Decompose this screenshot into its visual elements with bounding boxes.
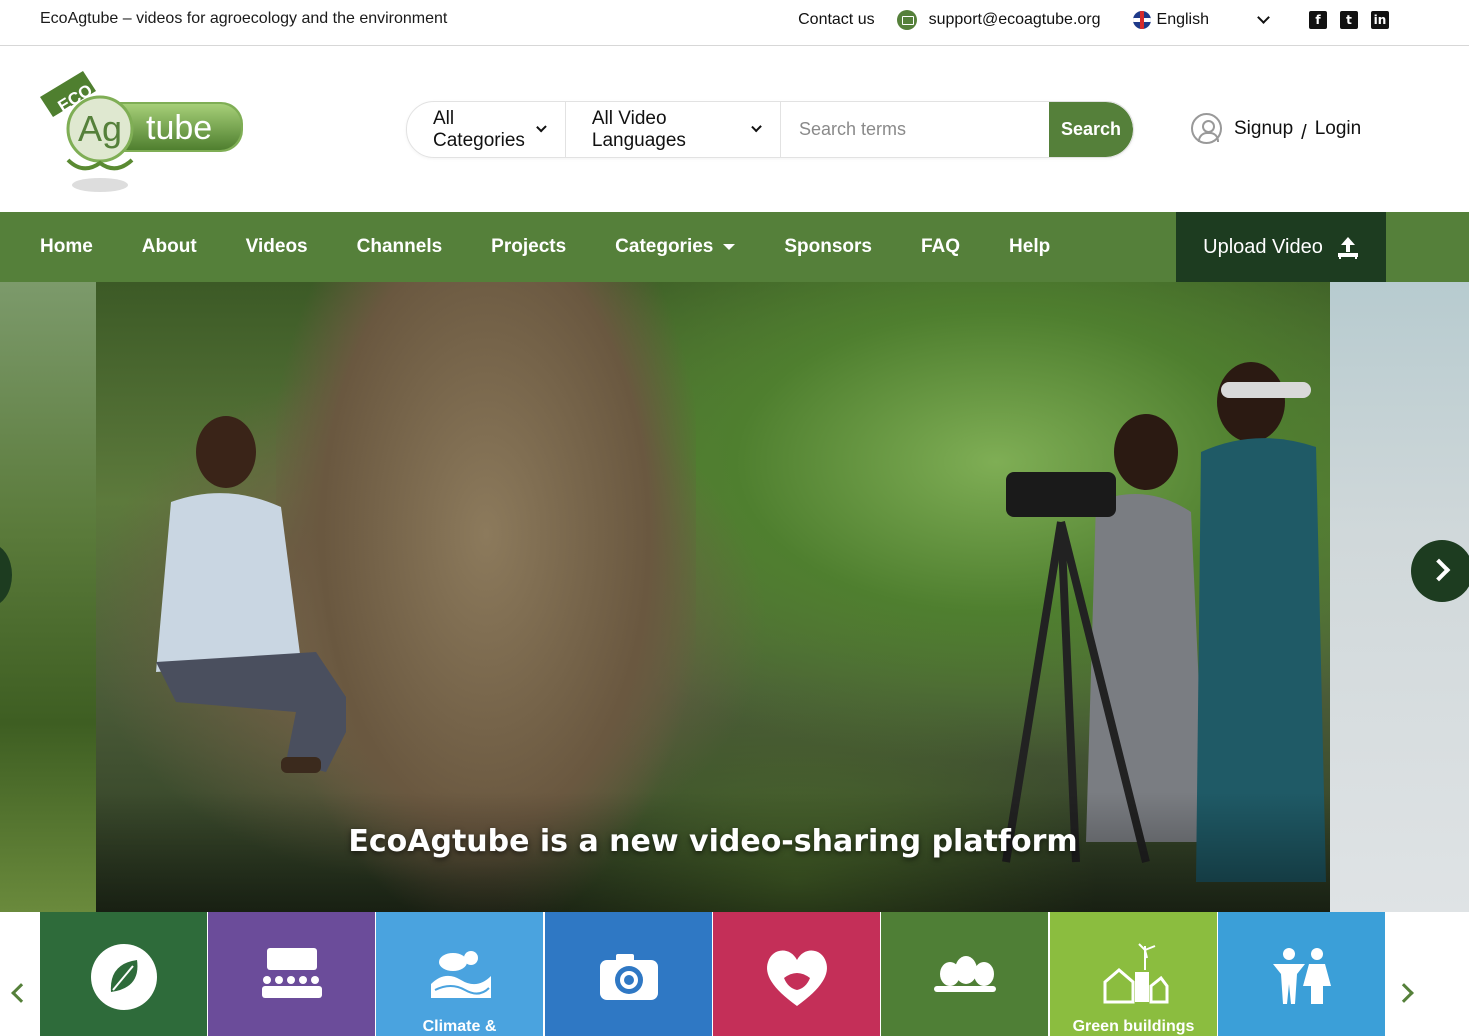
- previous-slide-peek: [0, 282, 96, 912]
- support-email-link[interactable]: support@ecoagtube.org: [929, 11, 1101, 29]
- audience-icon: [261, 948, 322, 998]
- search-bar: All Categories All Video Languages Searc…: [406, 101, 1134, 158]
- hero-caption: EcoAgtube is a new video-sharing platfor…: [348, 824, 1078, 859]
- nav-about[interactable]: About: [142, 236, 197, 258]
- login-link[interactable]: Login: [1315, 118, 1362, 140]
- upload-video-label: Upload Video: [1203, 235, 1323, 258]
- uk-flag-icon: [1132, 11, 1151, 29]
- caret-down-icon: [723, 244, 736, 250]
- category-tile-leaf[interactable]: [40, 912, 207, 1036]
- nav-sponsors[interactable]: Sponsors: [784, 236, 872, 258]
- contact-link[interactable]: Contact us: [798, 11, 874, 29]
- category-tile-climate[interactable]: Climate &: [376, 912, 543, 1036]
- upload-video-button[interactable]: Upload Video: [1176, 212, 1386, 282]
- video-language-label: All Video Languages: [591, 107, 686, 151]
- category-tile-audience[interactable]: [208, 912, 375, 1036]
- search-input[interactable]: [780, 102, 1049, 157]
- nav-projects[interactable]: Projects: [491, 236, 566, 258]
- green-building-icon: [1103, 943, 1168, 1004]
- chevron-left-icon[interactable]: [11, 983, 31, 1003]
- twitter-icon[interactable]: t: [1340, 11, 1358, 29]
- facebook-icon[interactable]: f: [1309, 11, 1327, 29]
- nav-help[interactable]: Help: [1009, 236, 1050, 258]
- video-language-select[interactable]: All Video Languages: [566, 102, 781, 157]
- seated-man-figure: [156, 416, 346, 773]
- upload-icon: [1337, 236, 1359, 258]
- logo-ag-text: Ag: [78, 108, 122, 149]
- category-tile-people[interactable]: [1218, 912, 1385, 1036]
- nav-videos[interactable]: Videos: [246, 236, 308, 258]
- user-icon: [1191, 113, 1222, 144]
- people-icon: [1272, 948, 1331, 1004]
- category-tile-heart[interactable]: [713, 912, 880, 1036]
- category-tile-trees[interactable]: [881, 912, 1048, 1036]
- nav-channels[interactable]: Channels: [357, 236, 443, 258]
- top-bar: EcoAgtube – videos for agroecology and t…: [0, 0, 1469, 46]
- top-right-links: Contact us support@ecoagtube.org English…: [798, 10, 1389, 30]
- category-label-green-buildings: Green buildings: [1072, 1018, 1195, 1035]
- account-links: Signup / Login: [1191, 113, 1361, 144]
- language-selector[interactable]: English: [1157, 11, 1209, 29]
- nav-categories[interactable]: Categories: [615, 236, 736, 258]
- carousel-next-button[interactable]: [1411, 540, 1469, 602]
- chevron-down-icon: [536, 121, 547, 132]
- logo-tube-text: tube: [146, 109, 212, 147]
- category-label-climate: Climate &: [422, 1018, 497, 1035]
- heart-icon: [766, 950, 827, 1006]
- main-nav: Home About Videos Channels Projects Cate…: [0, 212, 1469, 282]
- site-tagline: EcoAgtube – videos for agroecology and t…: [40, 10, 448, 27]
- chevron-right-icon[interactable]: [1394, 983, 1414, 1003]
- hero-slide-image: EcoAgtube is a new video-sharing platfor…: [96, 282, 1330, 912]
- chevron-down-icon[interactable]: [1257, 10, 1270, 24]
- nav-home[interactable]: Home: [40, 236, 93, 258]
- site-header: ECO Ag tube All Categories All Video Lan…: [0, 47, 1469, 212]
- climate-icon: [430, 951, 491, 998]
- hero-carousel: EcoAgtube is a new video-sharing platfor…: [0, 282, 1469, 912]
- category-strip: Climate & Green buildings: [0, 912, 1469, 1036]
- separator: /: [1301, 122, 1307, 144]
- category-tile-camera[interactable]: [545, 912, 712, 1036]
- linkedin-icon[interactable]: in: [1371, 11, 1389, 29]
- mail-icon: [896, 10, 917, 30]
- leaf-icon: [90, 944, 157, 1010]
- camera-icon: [599, 954, 658, 1000]
- signup-link[interactable]: Signup: [1234, 118, 1293, 140]
- trees-icon: [933, 956, 996, 992]
- nav-categories-label: Categories: [615, 236, 714, 257]
- category-tile-green-buildings[interactable]: Green buildings: [1050, 912, 1217, 1036]
- search-button[interactable]: Search: [1048, 102, 1133, 157]
- category-select-label: All Categories: [433, 107, 525, 151]
- ecoagtube-logo[interactable]: ECO Ag tube: [38, 65, 248, 205]
- category-select[interactable]: All Categories: [407, 102, 566, 157]
- chevron-down-icon: [751, 121, 762, 132]
- nav-faq[interactable]: FAQ: [921, 236, 960, 258]
